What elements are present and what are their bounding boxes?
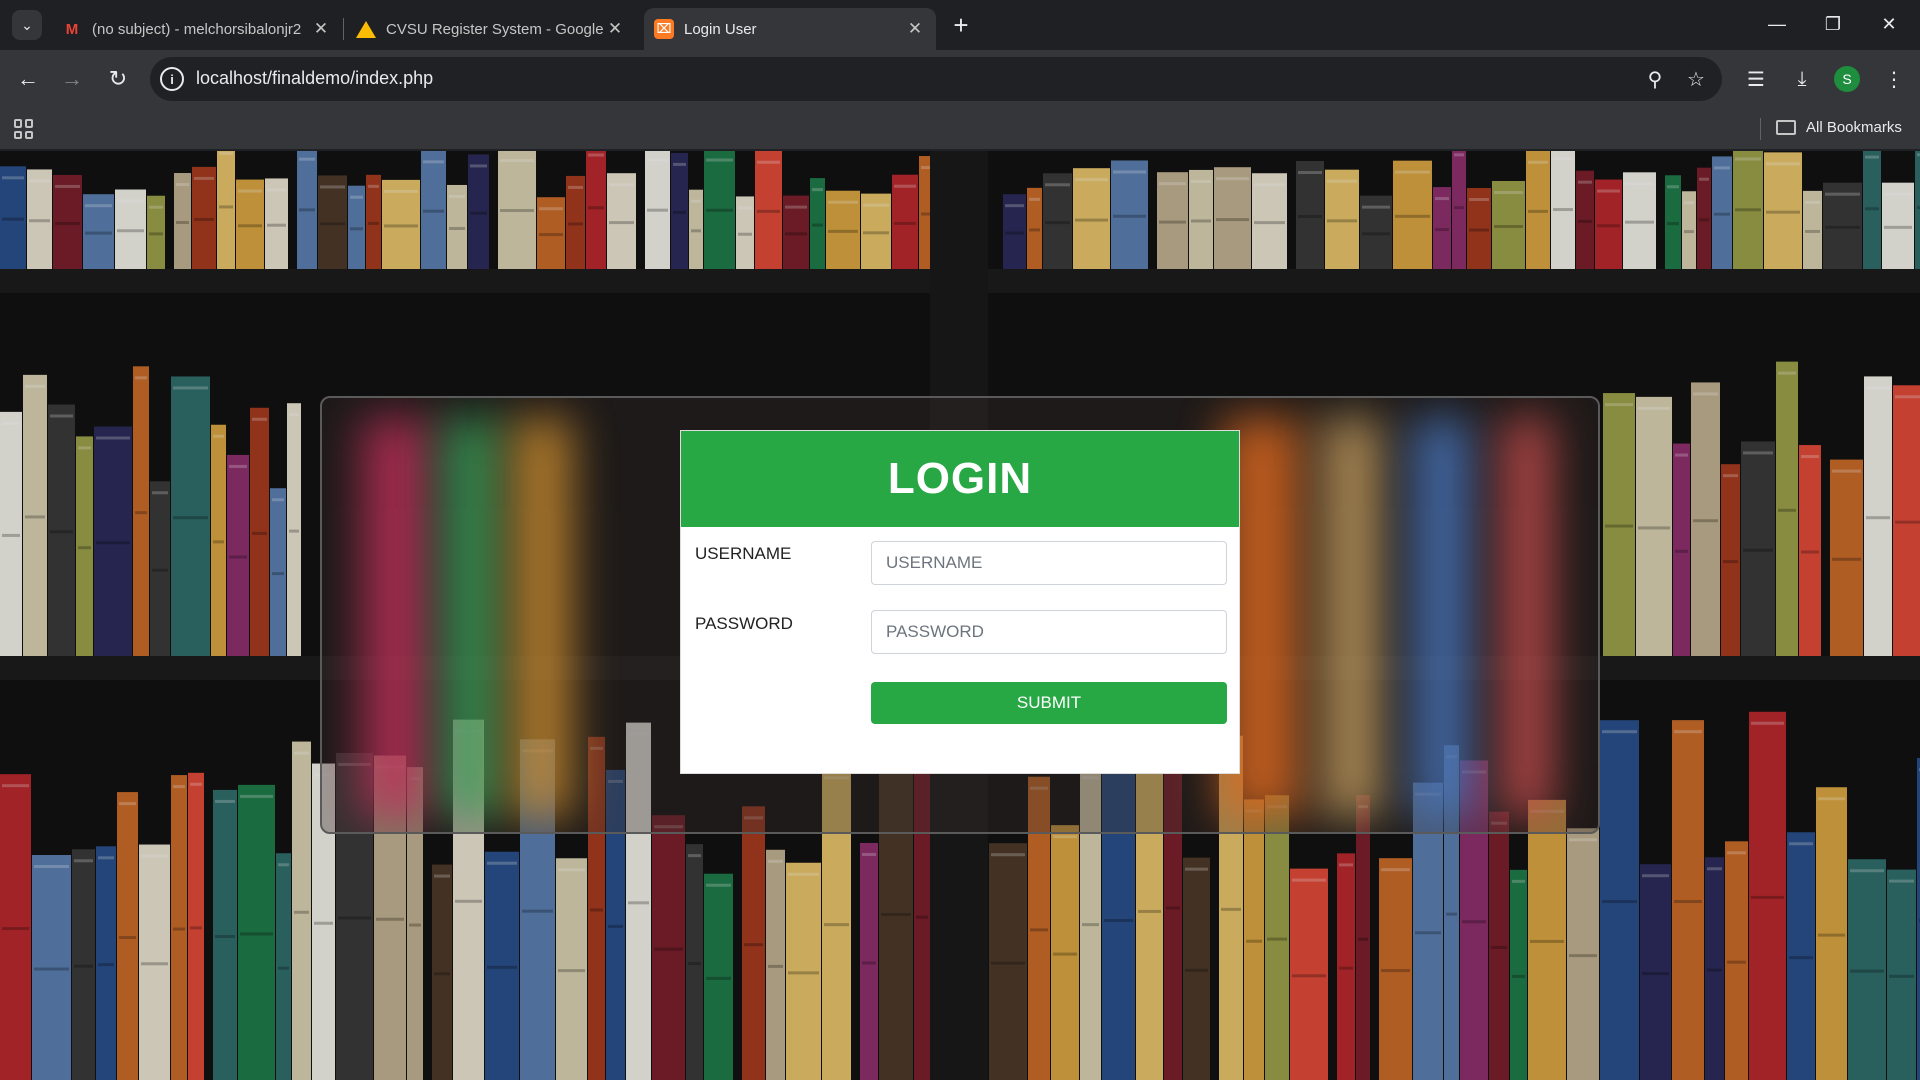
username-label: USERNAME (695, 544, 792, 563)
blur-decoration (362, 418, 432, 818)
blur-decoration (442, 418, 502, 818)
arrow-right-icon: → (61, 66, 83, 91)
username-input[interactable] (871, 541, 1227, 585)
address-url[interactable]: localhost/finaldemo/index.php (196, 68, 433, 89)
submit-button[interactable]: SUBMIT (871, 682, 1227, 724)
tab-title: Login User (684, 20, 757, 38)
blur-decoration (1412, 418, 1472, 818)
google-drive-icon (356, 20, 376, 38)
restore-button[interactable]: ❐ (1810, 8, 1856, 40)
forward-button[interactable]: → (56, 63, 88, 95)
back-button[interactable]: ← (12, 63, 44, 95)
profile-avatar[interactable]: S (1834, 66, 1860, 92)
blur-decoration (1502, 418, 1552, 818)
blur-decoration (512, 418, 572, 818)
apps-grid-icon[interactable] (14, 119, 34, 139)
bookmarks-separator (1760, 118, 1761, 140)
arrow-left-icon: ← (17, 66, 39, 91)
close-icon[interactable]: ✕ (904, 18, 926, 40)
reload-icon: ↻ (108, 66, 128, 91)
tab-bar: ⌄ M (no subject) - melchorsibalonjr2 ✕ C… (0, 0, 1920, 50)
close-icon[interactable]: ✕ (604, 18, 626, 40)
blur-decoration (1322, 418, 1382, 818)
all-bookmarks-label: All Bookmarks (1806, 119, 1902, 136)
tab-login-user[interactable]: ⌧ Login User ✕ (644, 8, 936, 50)
all-bookmarks-button[interactable]: All Bookmarks (1776, 119, 1902, 136)
close-icon: ✕ (1881, 13, 1897, 34)
bookmark-star-icon[interactable]: ☆ (1683, 66, 1709, 92)
login-header: LOGIN (681, 431, 1239, 527)
xampp-icon: ⌧ (654, 19, 674, 39)
page-viewport: LOGIN USERNAME PASSWORD SUBMIT (0, 151, 1920, 1080)
bookmarks-bar: All Bookmarks (0, 108, 1920, 150)
close-icon[interactable]: ✕ (310, 18, 332, 40)
login-title: LOGIN (887, 454, 1033, 503)
download-icon[interactable]: ⤓ (1786, 63, 1818, 95)
tab-search-button[interactable]: ⌄ (12, 10, 42, 40)
tab-gmail[interactable]: M (no subject) - melchorsibalonjr2 ✕ (52, 8, 342, 50)
restore-icon: ❐ (1824, 13, 1842, 34)
reload-button[interactable]: ↻ (102, 63, 134, 95)
browser-toolbar: ← → ↻ i localhost/finaldemo/index.php ⚲ … (0, 50, 1920, 108)
folder-icon (1776, 120, 1796, 135)
minimize-icon: — (1768, 13, 1786, 34)
address-bar[interactable]: i localhost/finaldemo/index.php ⚲ ☆ (150, 57, 1722, 101)
zoom-icon[interactable]: ⚲ (1642, 66, 1668, 92)
more-menu-icon[interactable]: ⋮ (1878, 63, 1910, 95)
plus-icon: + (953, 9, 969, 40)
close-window-button[interactable]: ✕ (1866, 8, 1912, 40)
gmail-icon: M (65, 20, 79, 38)
chevron-down-icon: ⌄ (21, 16, 33, 33)
password-label: PASSWORD (695, 614, 793, 633)
tab-separator (343, 18, 344, 40)
media-queue-icon[interactable]: ☰ (1740, 63, 1772, 95)
tab-cvsu-register[interactable]: CVSU Register System - Google ✕ (346, 8, 636, 50)
tab-title: CVSU Register System - Google (386, 20, 604, 38)
login-card: LOGIN USERNAME PASSWORD SUBMIT (680, 430, 1240, 774)
new-tab-button[interactable]: + (948, 9, 974, 40)
password-input[interactable] (871, 610, 1227, 654)
tab-title: (no subject) - melchorsibalonjr2 (92, 20, 302, 38)
minimize-button[interactable]: — (1754, 8, 1800, 40)
site-info-icon[interactable]: i (160, 67, 184, 91)
